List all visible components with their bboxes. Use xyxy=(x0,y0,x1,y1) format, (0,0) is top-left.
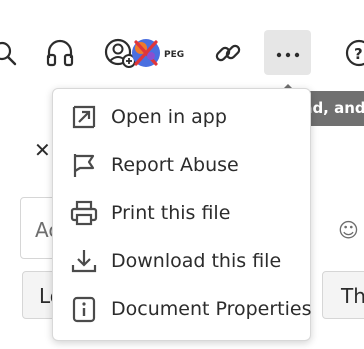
menu-item-report-abuse[interactable]: Report Abuse xyxy=(53,141,310,189)
emoji-icon[interactable]: ☺ xyxy=(338,218,359,242)
more-options-button[interactable] xyxy=(264,30,311,75)
open-in-icon xyxy=(69,102,99,132)
app-badge-text: PEG xyxy=(164,50,184,60)
flag-icon xyxy=(69,150,99,180)
more-options-icon xyxy=(276,43,300,62)
help-icon[interactable]: ? xyxy=(344,38,364,68)
link-icon[interactable] xyxy=(213,38,243,68)
background-button-right-text: Tha xyxy=(341,284,364,308)
menu-item-label: Download this file xyxy=(111,250,282,272)
menu-item-download[interactable]: Download this file xyxy=(53,237,310,285)
printer-icon xyxy=(69,198,99,228)
jpeg-app-icon[interactable]: PEG xyxy=(130,36,188,70)
search-icon[interactable] xyxy=(0,38,20,68)
headphones-icon[interactable] xyxy=(44,38,76,68)
menu-item-open-in-app[interactable]: Open in app xyxy=(53,93,310,141)
menu-item-print[interactable]: Print this file xyxy=(53,189,310,237)
menu-item-label: Print this file xyxy=(111,202,231,224)
download-icon xyxy=(69,246,99,276)
more-options-menu: Open in app Report Abuse Print this file xyxy=(52,88,312,341)
svg-text:?: ? xyxy=(354,45,363,63)
menu-item-document-properties[interactable]: Document Properties xyxy=(53,285,312,333)
menu-item-label: Open in app xyxy=(111,106,227,128)
menu-item-label: Report Abuse xyxy=(111,154,239,176)
menu-item-label: Document Properties xyxy=(111,298,312,320)
close-icon[interactable]: ✕ xyxy=(34,138,51,162)
background-button-right[interactable]: Tha xyxy=(322,271,364,319)
info-icon xyxy=(69,294,99,324)
